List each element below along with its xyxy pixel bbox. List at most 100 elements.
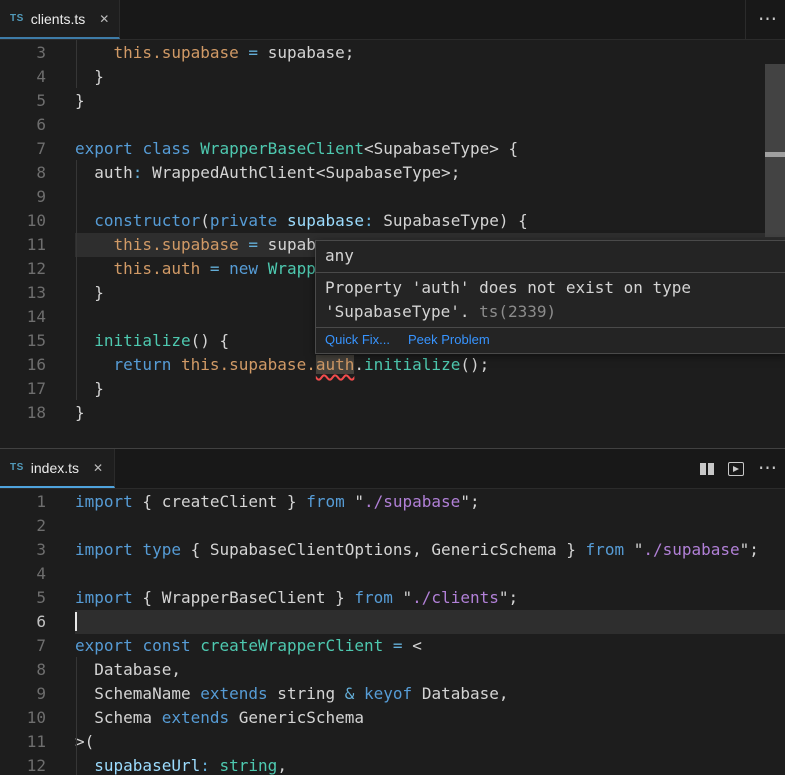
line-number[interactable]: 11 [0, 730, 46, 754]
code-line[interactable]: 3 import type { SupabaseClientOptions, Ge… [0, 538, 785, 562]
code-token: export [75, 139, 133, 158]
code-token: string [219, 756, 278, 775]
line-number[interactable]: 17 [0, 377, 46, 401]
line-number[interactable]: 18 [0, 401, 46, 425]
code-line[interactable]: 7 export const createWrapperClient = < [0, 634, 785, 658]
line-number[interactable]: 6 [0, 610, 46, 634]
indent-guide [76, 40, 77, 88]
code-token: : [132, 163, 143, 182]
code-line[interactable]: 2 [0, 514, 785, 538]
split-editor-icon[interactable] [700, 462, 714, 475]
code-line[interactable]: 9 SchemaName extends string & keyof Data… [0, 682, 785, 706]
tab-label: index.ts [30, 459, 80, 476]
line-number[interactable]: 5 [0, 89, 46, 113]
line-number[interactable]: 3 [0, 41, 46, 65]
code-token: Wrapp [267, 259, 316, 278]
code-line[interactable]: 3 this.supabase = supabase; [0, 41, 785, 65]
code-line[interactable]: 6 [0, 610, 785, 634]
code-token: string [267, 684, 345, 703]
line-number[interactable]: 4 [0, 65, 46, 89]
code-line[interactable]: 7 export class WrapperBaseClient<Supabase… [0, 137, 785, 161]
code-content: Schema extends GenericSchema [75, 706, 785, 730]
hover-type-signature: any [316, 241, 785, 273]
code-line[interactable]: 5 import { WrapperBaseClient } from "./cl… [0, 586, 785, 610]
code-line[interactable]: 12 supabaseUrl: string, [0, 754, 785, 775]
code-token: Database, [412, 684, 509, 703]
code-token: " [344, 492, 364, 511]
code-token: } [75, 403, 85, 422]
code-token: extends [161, 708, 230, 727]
code-line[interactable]: 10 constructor(private supabase: Supabas… [0, 209, 785, 233]
code-token: ( [200, 211, 210, 230]
code-token: (); [460, 355, 490, 374]
code-content: SchemaName extends string & keyof Databa… [75, 682, 785, 706]
tab-clients-ts[interactable]: TS clients.ts ✕ [0, 0, 121, 39]
code-content: import type { SupabaseClientOptions, Gen… [75, 538, 785, 562]
line-number[interactable]: 6 [0, 113, 46, 137]
line-number[interactable]: 9 [0, 185, 46, 209]
code-line[interactable]: 6 [0, 113, 785, 137]
text-cursor [75, 612, 77, 631]
code-content [75, 185, 785, 209]
scrollbar[interactable] [765, 64, 785, 237]
code-line[interactable]: 4 [0, 562, 785, 586]
line-number[interactable]: 7 [0, 137, 46, 161]
line-number[interactable]: 1 [0, 490, 46, 514]
line-number[interactable]: 8 [0, 658, 46, 682]
line-number[interactable]: 14 [0, 305, 46, 329]
code-editor-index[interactable]: 1 import { createClient } from "./supabas… [0, 489, 785, 775]
code-content: return this.supabase.auth.initialize(); [75, 353, 785, 377]
more-actions-icon[interactable]: ⋯ [758, 10, 777, 29]
code-token: . [354, 355, 364, 374]
line-number[interactable]: 11 [0, 233, 46, 257]
code-token: return [113, 355, 172, 374]
line-number[interactable]: 8 [0, 161, 46, 185]
code-line[interactable]: 17 } [0, 377, 785, 401]
code-token: ./supabase [363, 492, 461, 511]
line-number[interactable]: 10 [0, 209, 46, 233]
code-line[interactable]: 16 return this.supabase.auth.initialize(… [0, 353, 785, 377]
code-line[interactable]: 8 Database, [0, 658, 785, 682]
indent-guide [76, 160, 77, 400]
code-token: supabase [286, 211, 365, 230]
code-line[interactable]: 9 [0, 185, 785, 209]
code-line[interactable]: 18} [0, 401, 785, 425]
code-token: >( [75, 732, 95, 751]
close-tab-icon[interactable]: ✕ [93, 461, 103, 475]
code-token: GenericSchema [229, 708, 364, 727]
code-line[interactable]: 5} [0, 89, 785, 113]
line-number[interactable]: 15 [0, 329, 46, 353]
more-actions-icon[interactable]: ⋯ [758, 459, 777, 478]
line-number[interactable]: 9 [0, 682, 46, 706]
tab-label: clients.ts [30, 10, 86, 27]
run-icon[interactable] [728, 461, 744, 476]
code-token: WrapperBaseClient [200, 139, 365, 158]
code-content: supabaseUrl: string, [75, 754, 785, 775]
line-number[interactable]: 12 [0, 754, 46, 775]
code-token: constructor [94, 211, 201, 230]
close-tab-icon[interactable]: ✕ [99, 12, 109, 26]
code-line[interactable]: 10 Schema extends GenericSchema [0, 706, 785, 730]
code-content: } [75, 401, 785, 425]
line-number[interactable]: 5 [0, 586, 46, 610]
line-number[interactable]: 13 [0, 281, 46, 305]
line-number[interactable]: 4 [0, 562, 46, 586]
peek-problem-link[interactable]: Peek Problem [408, 332, 490, 349]
tab-index-ts[interactable]: TS index.ts ✕ [0, 449, 115, 488]
code-line[interactable]: 4 } [0, 65, 785, 89]
code-line[interactable]: 11 >( [0, 730, 785, 754]
line-number[interactable]: 3 [0, 538, 46, 562]
line-number[interactable]: 7 [0, 634, 46, 658]
code-token: "; [460, 492, 480, 511]
line-number[interactable]: 12 [0, 257, 46, 281]
quick-fix-link[interactable]: Quick Fix... [325, 332, 390, 349]
code-line[interactable]: 1 import { createClient } from "./supabas… [0, 490, 785, 514]
code-content: } [75, 377, 785, 401]
line-number[interactable]: 16 [0, 353, 46, 377]
line-number[interactable]: 2 [0, 514, 46, 538]
code-line[interactable]: 8 auth: WrappedAuthClient<SupabaseType>; [0, 161, 785, 185]
line-number[interactable]: 10 [0, 706, 46, 730]
